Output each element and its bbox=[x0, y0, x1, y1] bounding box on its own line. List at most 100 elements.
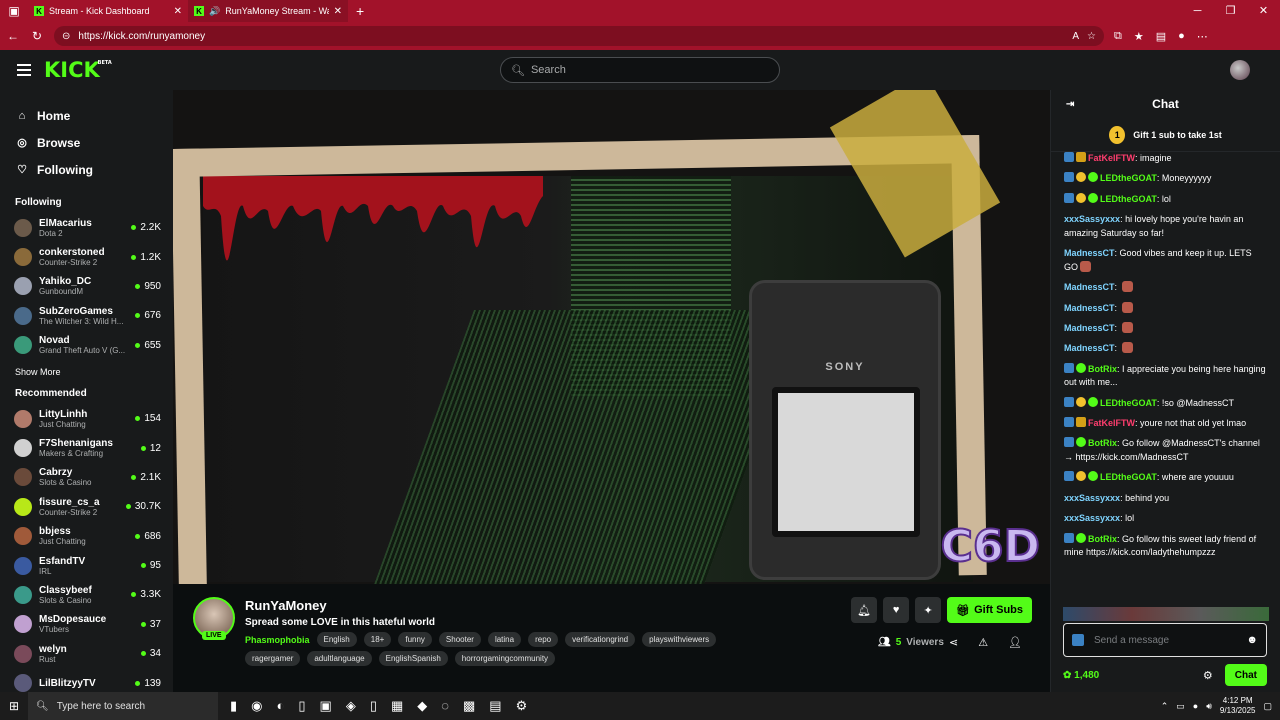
settings-icon[interactable]: ⚙ bbox=[516, 698, 528, 714]
windows-start-icon[interactable]: ⊞ bbox=[0, 699, 28, 713]
back-icon[interactable]: ← bbox=[6, 29, 20, 43]
app-icon[interactable]: ◌ bbox=[441, 698, 449, 714]
clip-button[interactable]: ✦ bbox=[915, 597, 942, 623]
tab-actions-icon[interactable]: ▣ bbox=[0, 0, 28, 22]
video-player[interactable]: SONY C6D bbox=[173, 90, 1050, 584]
minimize-icon[interactable]: ─ bbox=[1181, 0, 1214, 22]
tab-dashboard[interactable]: K Stream - Kick Dashboard ✕ bbox=[28, 0, 188, 22]
app-icon[interactable]: ▩ bbox=[463, 698, 475, 714]
chat-username[interactable]: MadnessCT bbox=[1064, 323, 1115, 333]
chat-username[interactable]: xxxSassyxxx bbox=[1064, 513, 1120, 523]
notifications-icon[interactable]: ▢ bbox=[1263, 701, 1272, 712]
audio-playing-icon[interactable]: 🔊 bbox=[209, 6, 220, 17]
favorites-icon[interactable]: ★ bbox=[1134, 30, 1144, 43]
sidebar-channel[interactable]: bbjess Just Chatting 686 bbox=[0, 522, 173, 551]
profile-icon[interactable]: ● bbox=[1178, 30, 1185, 43]
chat-username[interactable]: MadnessCT bbox=[1064, 303, 1115, 313]
url-field[interactable]: ⊝ https://kick.com/runyamoney A ☆ bbox=[54, 26, 1104, 46]
notification-bell-button[interactable]: 🔔︎ bbox=[851, 597, 878, 623]
stream-tag[interactable]: horrorgamingcommunity bbox=[454, 651, 556, 666]
menu-icon[interactable] bbox=[17, 64, 31, 76]
chat-username[interactable]: BotRix bbox=[1088, 364, 1117, 374]
steam-icon[interactable]: ◈ bbox=[346, 698, 356, 714]
sidebar-channel[interactable]: F7Shenanigans Makers & Crafting 12 bbox=[0, 433, 173, 462]
gear-icon[interactable]: ⚙ bbox=[1203, 669, 1213, 682]
report-icon[interactable]: ⚠ bbox=[978, 636, 988, 649]
clock[interactable]: 4:12 PM 9/13/2025 bbox=[1220, 696, 1256, 716]
discord-icon[interactable]: ◐ bbox=[277, 698, 285, 714]
sidebar-channel[interactable]: conkerstoned Counter-Strike 2 1.2K bbox=[0, 242, 173, 271]
nav-following[interactable]: ♡ Following bbox=[0, 156, 173, 183]
collections-icon[interactable]: ▤ bbox=[1156, 30, 1166, 43]
chat-username[interactable]: LEDtheGOAT bbox=[1100, 472, 1157, 482]
chat-command-icon[interactable] bbox=[1072, 634, 1084, 646]
sidebar-channel[interactable]: Yahiko_DC GunboundM 950 bbox=[0, 272, 173, 301]
emote-bar[interactable] bbox=[1063, 607, 1269, 621]
extensions-icon[interactable]: ⧉ bbox=[1114, 30, 1122, 43]
read-aloud-icon[interactable]: A bbox=[1072, 31, 1079, 42]
share-icon[interactable]: ⋖ bbox=[949, 636, 958, 649]
send-chat-button[interactable]: Chat bbox=[1224, 664, 1267, 686]
chat-username[interactable]: MadnessCT bbox=[1064, 282, 1115, 292]
sidebar-channel[interactable]: Cabrzy Slots & Casino 2.1K bbox=[0, 463, 173, 492]
speaker-icon[interactable]: 🔊︎ bbox=[1206, 701, 1212, 712]
kick-logo[interactable]: KICK BETA bbox=[44, 58, 112, 82]
chat-username[interactable]: xxxSassyxxx bbox=[1064, 214, 1120, 224]
chat-username[interactable]: LEDtheGOAT bbox=[1100, 173, 1157, 183]
nav-home[interactable]: ⌂ Home bbox=[0, 102, 173, 129]
chat-username[interactable]: FatKelFTW bbox=[1088, 418, 1135, 428]
close-tab-icon[interactable]: ✕ bbox=[334, 6, 342, 17]
search-input[interactable]: 🔍︎ Search bbox=[500, 57, 780, 83]
chat-username[interactable]: LEDtheGOAT bbox=[1100, 398, 1157, 408]
chat-message-input[interactable]: Send a message ☻ bbox=[1063, 623, 1267, 657]
chat-username[interactable]: xxxSassyxxx bbox=[1064, 493, 1120, 503]
chat-username[interactable]: LEDtheGOAT bbox=[1100, 194, 1157, 204]
app-icon[interactable]: ▮ bbox=[230, 698, 237, 714]
close-tab-icon[interactable]: ✕ bbox=[174, 6, 182, 17]
file-icon[interactable]: ▯ bbox=[298, 698, 305, 714]
sidebar-channel[interactable]: SubZeroGames The Witcher 3: Wild H... 676 bbox=[0, 301, 173, 330]
new-tab-button[interactable]: + bbox=[348, 3, 372, 19]
sidebar-channel[interactable]: Novad Grand Theft Auto V (G... 655 bbox=[0, 331, 173, 360]
stream-tag[interactable]: 18+ bbox=[363, 632, 392, 647]
stream-tag[interactable]: EnglishSpanish bbox=[378, 651, 448, 666]
gift-subs-button[interactable]: 🎁︎ Gift Subs bbox=[947, 597, 1032, 623]
emoji-icon[interactable]: ☻ bbox=[1246, 634, 1258, 646]
app-icon[interactable]: ◆ bbox=[417, 698, 427, 714]
app-icon[interactable]: ▤ bbox=[489, 698, 501, 714]
chat-username[interactable]: BotRix bbox=[1088, 438, 1117, 448]
sidebar-channel[interactable]: fissure_cs_a Counter-Strike 2 30.7K bbox=[0, 492, 173, 521]
tab-stream[interactable]: K 🔊 RunYaMoney Stream - Watch ✕ bbox=[188, 0, 348, 22]
stream-tag[interactable]: latina bbox=[487, 632, 522, 647]
channel-points[interactable]: ✿ 1,480 bbox=[1063, 670, 1099, 681]
sidebar-channel[interactable]: LittyLinhh Just Chatting 154 bbox=[0, 404, 173, 433]
edge-icon[interactable]: ◉ bbox=[251, 698, 262, 714]
stream-tag[interactable]: Shooter bbox=[438, 632, 481, 647]
maximize-icon[interactable]: ❐ bbox=[1214, 0, 1247, 22]
app-icon[interactable]: ▦ bbox=[391, 698, 403, 714]
stream-tag[interactable]: playswithviewers bbox=[642, 632, 717, 647]
stream-tag[interactable]: English bbox=[316, 632, 357, 647]
game-category-link[interactable]: Phasmophobia bbox=[245, 635, 310, 645]
stream-tag[interactable]: verificationgrind bbox=[565, 632, 636, 647]
follow-button[interactable]: ♥ bbox=[883, 597, 910, 623]
user-icon[interactable]: 👤︎ bbox=[1008, 636, 1022, 649]
sidebar-channel[interactable]: LilBlitzyyTV 139 bbox=[0, 668, 173, 692]
taskbar-search[interactable]: 🔍︎ Type here to search bbox=[28, 692, 218, 720]
chat-username[interactable]: MadnessCT bbox=[1064, 248, 1115, 258]
stream-tag[interactable]: funny bbox=[398, 632, 432, 647]
favorite-star-icon[interactable]: ☆ bbox=[1087, 31, 1096, 42]
stream-tag[interactable]: ragergamer bbox=[245, 651, 301, 666]
user-avatar[interactable] bbox=[1230, 60, 1250, 80]
chevron-up-icon[interactable]: ⌃ bbox=[1161, 701, 1169, 712]
file-icon[interactable]: ▯ bbox=[370, 698, 377, 714]
sidebar-channel[interactable]: ElMacarius Dota 2 2.2K bbox=[0, 213, 173, 242]
nav-browse[interactable]: ◎ Browse bbox=[0, 129, 173, 156]
show-more-link[interactable]: Show More bbox=[0, 362, 173, 382]
close-window-icon[interactable]: ✕ bbox=[1247, 0, 1280, 22]
sidebar-channel[interactable]: welyn Rust 34 bbox=[0, 639, 173, 668]
network-icon[interactable]: ▭ bbox=[1176, 701, 1185, 712]
gift-leaderboard-banner[interactable]: 1 Gift 1 sub to take 1st bbox=[1051, 118, 1280, 152]
site-info-icon[interactable]: ⊝ bbox=[62, 31, 70, 42]
more-icon[interactable]: ⋯ bbox=[1197, 30, 1208, 43]
